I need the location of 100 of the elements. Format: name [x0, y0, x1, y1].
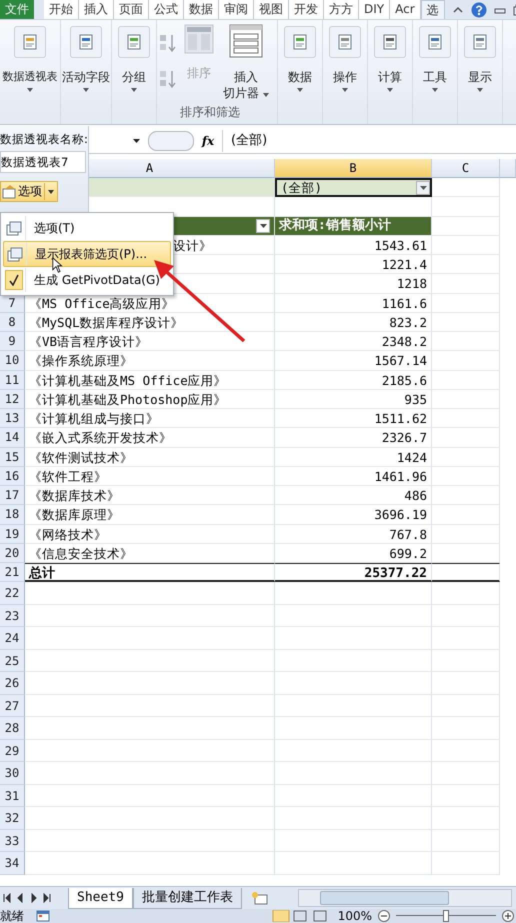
table-cell [432, 178, 500, 198]
ribbon-tab[interactable]: 开发 [289, 0, 324, 19]
filter-dropdown[interactable]: (全部) [275, 178, 432, 198]
document-icon [336, 33, 354, 51]
ribbon-button[interactable]: 数据 [284, 24, 316, 92]
options-icon [6, 220, 22, 236]
zoom-level[interactable]: 100% [338, 909, 372, 923]
row-number[interactable]: 30 [0, 762, 25, 785]
formula-field[interactable]: (全部) [222, 130, 516, 152]
row-number[interactable]: 26 [0, 672, 25, 695]
table-cell: 《VB语言程序设计》 [25, 332, 275, 352]
ribbon-tab[interactable]: 公式 [149, 0, 184, 19]
row-number[interactable]: 23 [0, 604, 25, 628]
new-sheet-icon[interactable] [250, 891, 270, 905]
ribbon-button[interactable]: 分组 [118, 24, 150, 92]
caret-icon [297, 88, 303, 92]
ribbon-tab[interactable]: Acr [390, 0, 421, 19]
table-cell [432, 370, 500, 390]
table-cell [432, 390, 500, 409]
caret-icon [83, 88, 89, 92]
ribbon-tab[interactable]: 审阅 [219, 0, 254, 19]
row-number[interactable]: 18 [0, 505, 25, 524]
row-number[interactable]: 13 [0, 409, 25, 428]
table-cell [432, 428, 500, 448]
column-header[interactable]: C [432, 159, 500, 178]
row-number[interactable]: 28 [0, 717, 25, 740]
row-number[interactable]: 12 [0, 390, 25, 409]
ribbon-tab[interactable]: 数据 [184, 0, 219, 19]
macro-icon[interactable] [36, 910, 50, 922]
insert-slicer-button[interactable]: 插入 切片器 [223, 24, 269, 101]
table-cell [432, 784, 500, 808]
ribbon-tab[interactable]: DIY [359, 0, 390, 19]
ribbon-button[interactable]: 显示 [464, 24, 496, 92]
table-cell: 《计算机基础及Photoshop应用》 [25, 390, 275, 409]
row-number[interactable]: 10 [0, 351, 25, 370]
row-number[interactable]: 20 [0, 544, 25, 563]
ribbon-tab[interactable]: 文件 [0, 0, 34, 19]
table-cell [432, 694, 500, 718]
row-number[interactable]: 31 [0, 784, 25, 808]
insert-function-button[interactable]: fx [194, 134, 222, 148]
row-number[interactable]: 8 [0, 312, 25, 332]
table-cell: 《计算机组成与接口》 [25, 409, 275, 428]
ribbon-button[interactable]: 工具 [419, 24, 451, 92]
row-number[interactable]: 11 [0, 370, 25, 390]
ribbon-tab[interactable]: 视图 [254, 0, 289, 19]
filter-button[interactable] [256, 218, 270, 233]
ribbon-tab[interactable]: 页面 [114, 0, 149, 19]
row-number[interactable]: 19 [0, 524, 25, 544]
row-number[interactable]: 9 [0, 332, 25, 352]
table-cell [432, 332, 500, 352]
table-cell [432, 274, 500, 294]
table-cell: 《数据库原理》 [25, 505, 275, 524]
column-header[interactable]: B [275, 159, 432, 178]
row-number[interactable]: 15 [0, 448, 25, 467]
pivot-name-field[interactable]: 数据透视表7 [0, 151, 86, 173]
row-number[interactable]: 32 [0, 807, 25, 830]
table-cell [432, 236, 500, 255]
sheet-tab[interactable]: Sheet9 [68, 888, 133, 908]
ribbon-button[interactable]: 操作 [329, 24, 361, 92]
ribbon-button[interactable]: 计算 [374, 24, 406, 92]
ribbon-button[interactable]: 活动字段 [62, 24, 110, 92]
table-cell [432, 524, 500, 544]
help-icon[interactable] [470, 2, 487, 18]
table-cell [432, 409, 500, 428]
table-cell: 935 [275, 390, 432, 409]
table-cell: 1424 [275, 448, 432, 467]
row-number[interactable]: 21 [0, 563, 25, 582]
pages-icon [7, 246, 23, 262]
ribbon-tab[interactable]: 开始 [44, 0, 79, 19]
table-cell: 1461.96 [275, 466, 432, 486]
options-button[interactable]: 选项 [0, 181, 58, 202]
row-number[interactable]: 22 [0, 582, 25, 605]
sheet-tab[interactable]: 批量创建工作表 [132, 888, 242, 908]
caret-icon [27, 88, 33, 92]
zoom-in-icon[interactable] [502, 910, 514, 922]
slider-thumb[interactable] [443, 910, 449, 922]
ribbon-tab[interactable]: 插入 [79, 0, 114, 19]
table-cell: 《软件工程》 [25, 466, 275, 486]
row-number[interactable]: 27 [0, 694, 25, 718]
ribbon-tab[interactable]: 选 [420, 0, 445, 19]
ribbon-tab[interactable]: 方方 [324, 0, 359, 19]
table-cell [432, 762, 500, 785]
ribbon-button[interactable]: 数据透视表 [2, 24, 58, 92]
row-number[interactable]: 25 [0, 650, 25, 672]
zoom-out-icon[interactable] [378, 910, 390, 922]
row-number[interactable]: 16 [0, 466, 25, 486]
row-number[interactable]: 33 [0, 830, 25, 852]
table-cell: 1567.14 [275, 351, 432, 370]
menu-item[interactable]: 生成 GetPivotData(G) [3, 268, 171, 292]
row-number[interactable]: 14 [0, 428, 25, 448]
table-cell: 总计 [25, 563, 275, 582]
row-number[interactable]: 34 [0, 852, 25, 875]
row-number[interactable]: 24 [0, 627, 25, 650]
table-cell [432, 466, 500, 486]
row-number[interactable]: 29 [0, 740, 25, 762]
table-cell [432, 672, 500, 695]
table-cell: 2348.2 [275, 332, 432, 352]
row-number[interactable]: 17 [0, 486, 25, 506]
document-icon [21, 33, 39, 51]
horizontal-scrollbar[interactable] [298, 889, 512, 907]
